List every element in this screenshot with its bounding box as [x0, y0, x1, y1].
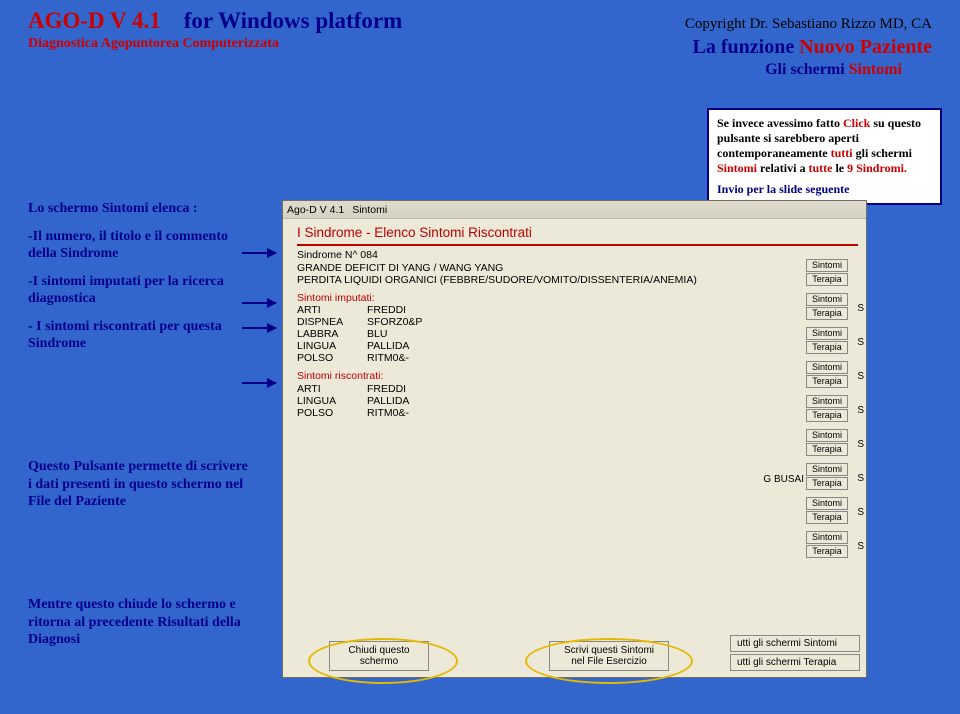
page-title: AGO-D V 4.1 for Windows platform	[28, 8, 402, 34]
window-titlebar: Ago-D V 4.1 Sintomi	[283, 201, 866, 219]
terapia-button[interactable]: Terapia	[806, 545, 848, 558]
separator	[297, 244, 858, 246]
terapia-button[interactable]: Terapia	[806, 273, 848, 286]
function-label: La funzione Nuovo Paziente	[693, 36, 932, 59]
list-item: LINGUA	[297, 340, 367, 352]
gbusai-label: G BUSAI	[763, 474, 804, 485]
sintomi-window: Ago-D V 4.1 Sintomi I Sindrome - Elenco …	[282, 200, 867, 678]
s-indicator: S	[857, 303, 864, 314]
list-item: BLU	[367, 328, 487, 340]
list-item: FREDDI	[367, 304, 487, 316]
terapia-button[interactable]: Terapia	[806, 341, 848, 354]
sintomi-button[interactable]: Sintomi	[806, 531, 848, 544]
terapia-button[interactable]: Terapia	[806, 375, 848, 388]
sintomi-button[interactable]: Sintomi	[806, 463, 848, 476]
list-item: DISPNEA	[297, 316, 367, 328]
arrow-icon	[242, 302, 276, 304]
sintomi-button[interactable]: Sintomi	[806, 293, 848, 306]
syndrome-buttons: SintomiTerapia S	[806, 463, 866, 490]
sindrome-comment: PERDITA LIQUIDI ORGANICI (FEBBRE/SUDORE/…	[297, 274, 858, 287]
list-item: ARTI	[297, 304, 367, 316]
arrow-icon	[242, 327, 276, 329]
sindrome-num: Sindrome N^ 084	[297, 249, 858, 262]
terapia-button[interactable]: Terapia	[806, 307, 848, 320]
list-item: PALLIDA	[367, 340, 487, 352]
sintomi-button[interactable]: Sintomi	[806, 395, 848, 408]
left-p1: Lo schermo Sintomi elenca :	[28, 200, 253, 218]
sintomi-button[interactable]: Sintomi	[806, 497, 848, 510]
list-item: LABBRA	[297, 328, 367, 340]
sintomi-button[interactable]: Sintomi	[806, 429, 848, 442]
left-p2: -Il numero, il titolo e il commento dell…	[28, 228, 253, 263]
syndrome-buttons: SintomiTerapia S	[806, 497, 866, 524]
s-indicator: S	[857, 337, 864, 348]
all-terapia-button[interactable]: utti gli schermi Terapia	[730, 654, 860, 671]
syndrome-buttons: SintomiTerapia S	[806, 361, 866, 388]
list-item: ARTI	[297, 383, 367, 395]
sintomi-button[interactable]: Sintomi	[806, 361, 848, 374]
list-item: RITM0&-	[367, 352, 487, 364]
terapia-button[interactable]: Terapia	[806, 443, 848, 456]
callout-box: Se invece avessimo fatto Click su questo…	[707, 108, 942, 205]
syndrome-buttons: SintomiTerapia S	[806, 429, 866, 456]
s-indicator: S	[857, 371, 864, 382]
sintomi-button[interactable]: Sintomi	[806, 327, 848, 340]
close-screen-button[interactable]: Chiudi questo schermo	[329, 641, 429, 671]
write-file-button[interactable]: Scrivi questi Sintomi nel File Esercizio	[549, 641, 669, 671]
left-p6: Mentre questo chiude lo schermo e ritorn…	[28, 596, 253, 649]
all-sintomi-button[interactable]: utti gli schermi Sintomi	[730, 635, 860, 652]
list-item: PALLIDA	[367, 395, 487, 407]
list-item: LINGUA	[297, 395, 367, 407]
s-indicator: S	[857, 541, 864, 552]
list-item: POLSO	[297, 407, 367, 419]
list-item: SFORZ0&P	[367, 316, 487, 328]
list-item: FREDDI	[367, 383, 487, 395]
title-windows: for Windows platform	[184, 8, 403, 33]
riscontrati-label: Sintomi riscontrati:	[297, 370, 858, 383]
screens-label: Gli schermi Sintomi	[28, 61, 902, 79]
list-item: RITM0&-	[367, 407, 487, 419]
invio-hint: Invio per la slide seguente	[717, 182, 932, 197]
terapia-button[interactable]: Terapia	[806, 409, 848, 422]
list-item: POLSO	[297, 352, 367, 364]
title-ago: AGO-D V 4.1	[28, 8, 161, 33]
copyright: Copyright Dr. Sebastiano Rizzo MD, CA	[685, 16, 932, 33]
syndrome-buttons: SintomiTerapia S	[806, 395, 866, 422]
syndrome-buttons: SintomiTerapia S	[806, 531, 866, 558]
subtitle: Diagnostica Agopuntorea Computerizzata	[28, 36, 279, 59]
syndrome-buttons: SintomiTerapia S	[806, 293, 866, 320]
left-p3: -I sintomi imputati per la ricerca diagn…	[28, 273, 253, 308]
syndrome-buttons: SintomiTerapia	[806, 259, 866, 286]
terapia-button[interactable]: Terapia	[806, 511, 848, 524]
right-button-strip: SintomiTerapia SintomiTerapiaS SintomiTe…	[806, 259, 866, 565]
syndrome-buttons: SintomiTerapia S	[806, 327, 866, 354]
s-indicator: S	[857, 439, 864, 450]
left-p5: Questo Pulsante permette di scrivere i d…	[28, 458, 253, 511]
sindrome-title: GRANDE DEFICIT DI YANG / WANG YANG	[297, 262, 858, 275]
s-indicator: S	[857, 473, 864, 484]
s-indicator: S	[857, 405, 864, 416]
titlebar-app: Ago-D V 4.1	[287, 204, 344, 216]
left-p4: - I sintomi riscontrati per questa Sindr…	[28, 318, 253, 353]
titlebar-doc: Sintomi	[352, 204, 387, 216]
window-bottom-toolbar: Chiudi questo schermo Scrivi questi Sint…	[283, 635, 866, 671]
sintomi-button[interactable]: Sintomi	[806, 259, 848, 272]
imputati-label: Sintomi imputati:	[297, 292, 858, 305]
arrow-icon	[242, 382, 276, 384]
s-indicator: S	[857, 507, 864, 518]
arrow-icon	[242, 252, 276, 254]
terapia-button[interactable]: Terapia	[806, 477, 848, 490]
window-header: I Sindrome - Elenco Sintomi Riscontrati	[297, 225, 858, 240]
